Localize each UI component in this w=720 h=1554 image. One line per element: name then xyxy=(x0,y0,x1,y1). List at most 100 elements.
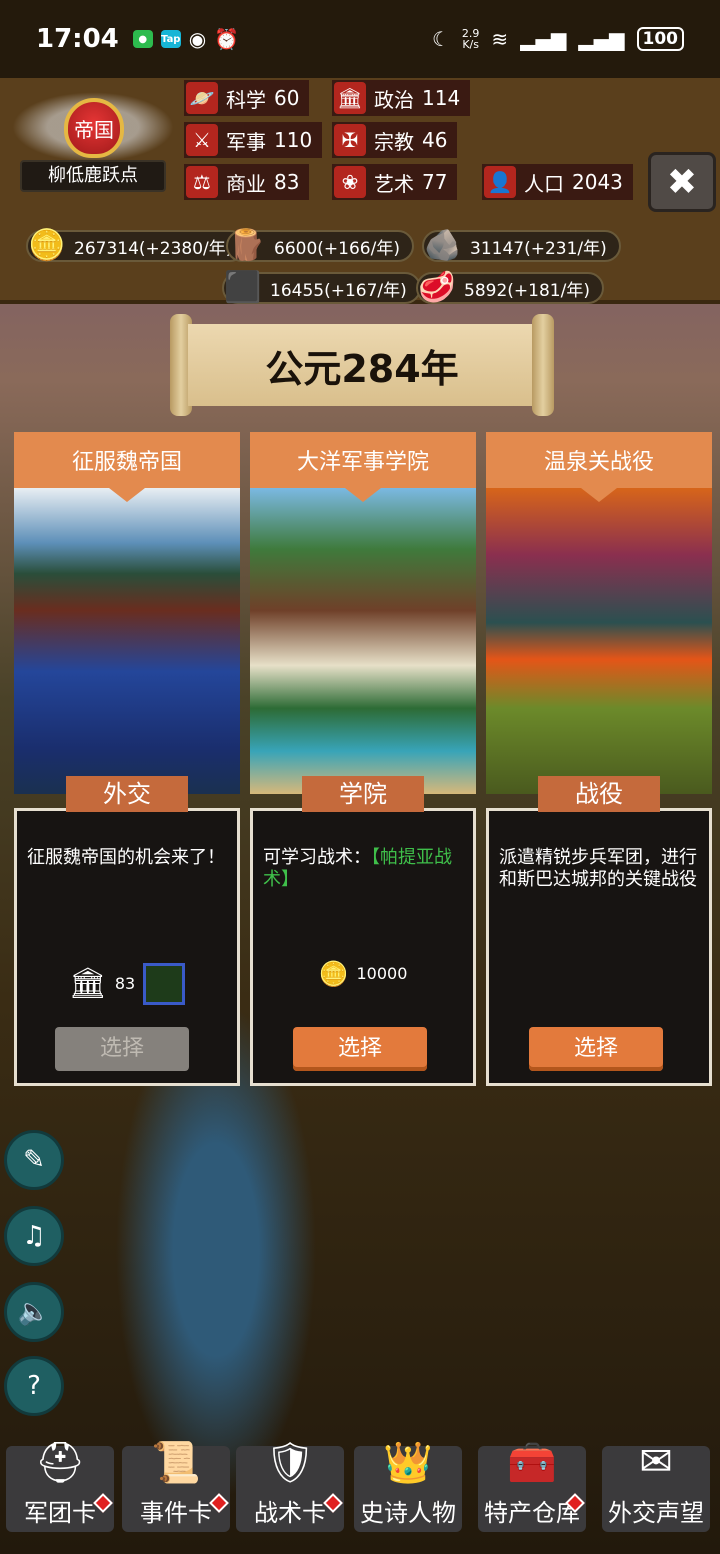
resource-value: 31147(+231/年) xyxy=(470,238,607,259)
resource-wood: 🪵 6600(+166/年) xyxy=(226,228,414,263)
close-button[interactable]: ✖ xyxy=(648,152,716,212)
nav-legion-cards[interactable]: ⛑ 军团卡 xyxy=(6,1440,114,1532)
moon-icon: ☾ xyxy=(431,27,450,51)
stat-politics[interactable]: 🏛 政治 114 xyxy=(332,80,471,116)
stat-value: 110 xyxy=(274,128,313,152)
wifi-icon: ≋ xyxy=(491,27,509,51)
stat-value: 114 xyxy=(422,86,461,110)
select-button[interactable]: 选择 xyxy=(293,1027,427,1071)
card-tag: 外交 xyxy=(66,776,188,812)
stone-icon: 🪨 xyxy=(424,227,462,263)
help-icon: ? xyxy=(27,1371,41,1401)
stat-science[interactable]: 🪐 科学 60 xyxy=(184,80,310,116)
resource-value: 5892(+181/年) xyxy=(464,280,590,301)
resource-stone: 🪨 31147(+231/年) xyxy=(422,228,621,263)
resource-value: 6600(+166/年) xyxy=(274,238,400,259)
battery-indicator: 100 xyxy=(636,27,684,51)
stat-label: 宗教 xyxy=(374,129,414,154)
clock: 17:04 xyxy=(36,24,119,54)
net-speed: 2.9 K/s xyxy=(461,27,480,51)
card-title: 征服魏帝国 xyxy=(14,432,240,502)
event-card-3[interactable]: 温泉关战役 战役 派遣精锐步兵军团，进行和斯巴达城邦的关键战役 选择 xyxy=(486,432,712,1086)
signal-icon: ▂▄▆ xyxy=(520,27,567,51)
nav-diplomatic-reputation[interactable]: ✉ 外交声望 xyxy=(602,1439,710,1532)
card-art-army xyxy=(14,488,240,794)
chronicle-button[interactable]: ✎ xyxy=(4,1130,64,1190)
event-card-2[interactable]: 大洋军事学院 学院 可学习战术：【帕提亚战术】 🪙 10000 选择 xyxy=(250,432,476,1086)
stat-value: 77 xyxy=(422,170,448,194)
help-button[interactable]: ? xyxy=(4,1356,64,1416)
nav-specialty-storage[interactable]: 🧰 特产仓库 xyxy=(478,1440,586,1532)
year-scroll: 公元284年 xyxy=(170,314,554,416)
empire-shield: 帝国 xyxy=(64,98,124,158)
pillar-building-icon: 🏛 xyxy=(68,966,107,1001)
nav-label: 外交声望 xyxy=(608,1499,704,1527)
planet-icon: 🪐 xyxy=(186,82,218,114)
card-title: 温泉关战役 xyxy=(486,432,712,502)
music-off-icon: ♫ xyxy=(22,1221,46,1251)
meat-icon: 🥩 xyxy=(418,269,456,305)
stat-label: 科学 xyxy=(226,87,266,112)
cost-value: 83 xyxy=(114,974,136,993)
stat-art[interactable]: ❀ 艺术 77 xyxy=(332,164,458,200)
stat-value: 46 xyxy=(422,128,448,152)
resource-value: 16455(+167/年) xyxy=(270,280,407,301)
cost-value: 10000 xyxy=(356,964,408,983)
stat-population[interactable]: 👤 人口 2043 xyxy=(482,164,633,200)
taptap-icon: Tap xyxy=(160,30,181,48)
event-card-1[interactable]: 征服魏帝国 外交 征服魏帝国的机会来了！ 🏛 83 选择 xyxy=(14,432,240,1086)
envelope-icon: ✉ xyxy=(639,1439,673,1485)
empire-header: 帝国 柳低鹿跃点 🪐 科学 60 🏛 政治 114 ⚔ 军事 110 ✠ 宗教 … xyxy=(0,78,720,305)
card-body: 派遣精锐步兵军团，进行和斯巴达城邦的关键战役 选择 xyxy=(486,808,712,1086)
scales-icon: ⚖ xyxy=(186,166,218,198)
person-icon: 👤 xyxy=(484,166,516,198)
resource-gold: 🪙 267314(+2380/年) xyxy=(26,228,247,263)
pillar-building-icon: 🏛 xyxy=(334,82,366,114)
resource-meat: 🥩 5892(+181/年) xyxy=(416,270,604,305)
gold-coins-icon: 🪙 xyxy=(28,227,66,263)
scroll-rod-right xyxy=(532,314,554,416)
scroll-quill-icon: ✎ xyxy=(23,1145,45,1175)
sound-button[interactable]: 🔈 xyxy=(4,1282,64,1342)
iron-ingot-icon: ⬛ xyxy=(224,269,262,305)
wood-logs-icon: 🪵 xyxy=(228,227,266,263)
music-toggle-button[interactable]: ♫ xyxy=(4,1206,64,1266)
stat-religion[interactable]: ✠ 宗教 46 xyxy=(332,122,458,158)
stat-commerce[interactable]: ⚖ 商业 83 xyxy=(184,164,310,200)
wechat-icon: ● xyxy=(132,30,153,48)
eye-icon: ◉ xyxy=(188,27,207,51)
card-tag: 学院 xyxy=(302,776,424,812)
card-description: 派遣精锐步兵军团，进行和斯巴达城邦的关键战役 xyxy=(499,847,697,890)
nav-epic-figures[interactable]: 👑 史诗人物 xyxy=(354,1440,462,1532)
resource-iron: ⬛ 16455(+167/年) xyxy=(222,270,421,305)
crown-icon: 👑 xyxy=(383,1439,433,1486)
year-label: 公元284年 xyxy=(188,324,536,406)
empire-emblem[interactable]: 帝国 柳低鹿跃点 xyxy=(12,86,174,192)
stat-label: 艺术 xyxy=(374,171,414,196)
desc-prefix: 可学习战术： xyxy=(263,847,371,868)
cross-icon: ✠ xyxy=(334,124,366,156)
stat-value: 83 xyxy=(274,170,300,194)
treasure-chest-icon: 🧰 xyxy=(507,1439,557,1486)
card-description: 征服魏帝国的机会来了！ xyxy=(27,847,225,868)
select-button[interactable]: 选择 xyxy=(529,1027,663,1071)
card-tag: 战役 xyxy=(538,776,660,812)
nav-label: 史诗人物 xyxy=(360,1499,456,1527)
card-description: 可学习战术：【帕提亚战术】 xyxy=(263,847,463,891)
stat-label: 商业 xyxy=(226,171,266,196)
crossed-swords-icon: ⚔ xyxy=(186,124,218,156)
alarm-icon: ⏰ xyxy=(214,27,240,51)
stat-label: 人口 xyxy=(524,171,564,196)
select-button-disabled[interactable]: 选择 xyxy=(55,1027,189,1071)
nav-event-cards[interactable]: 📜 事件卡 xyxy=(122,1440,230,1532)
close-icon: ✖ xyxy=(666,161,698,203)
legion-thumbnail xyxy=(143,963,186,1005)
helmet-icon: ⛑ xyxy=(34,1439,86,1486)
nav-tactic-cards[interactable]: 🛡 战术卡 xyxy=(236,1440,344,1532)
lotus-icon: ❀ xyxy=(334,166,366,198)
card-body: 征服魏帝国的机会来了！ 🏛 83 选择 xyxy=(14,808,240,1086)
resource-value: 267314(+2380/年) xyxy=(74,238,233,259)
stat-military[interactable]: ⚔ 军事 110 xyxy=(184,122,323,158)
stat-value: 2043 xyxy=(572,170,623,194)
stat-label: 军事 xyxy=(226,129,266,154)
